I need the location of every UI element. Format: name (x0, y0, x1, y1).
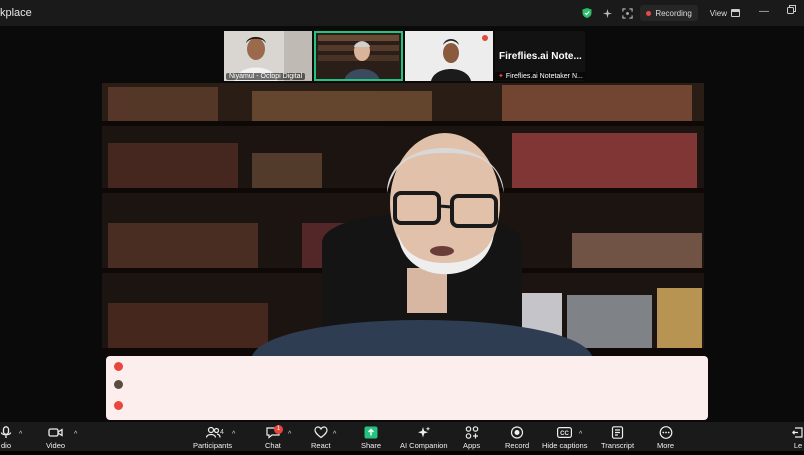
record-label: Record (505, 441, 530, 450)
more-label: More (657, 441, 675, 450)
chat-label: Chat (265, 441, 281, 450)
record-button[interactable]: Record (505, 426, 529, 450)
chat-unread-badge: 1 (274, 425, 283, 434)
participant-video-active (314, 31, 403, 81)
participants-button[interactable]: Participants (193, 426, 232, 450)
participants-label: Participants (193, 441, 233, 450)
speaker-video-frame (102, 83, 704, 356)
view-label: View (709, 8, 727, 18)
recording-indicator[interactable]: Recording (640, 5, 698, 21)
bottom-edge (0, 451, 804, 455)
leave-button[interactable]: Le (792, 426, 804, 450)
chevron-up-icon[interactable]: ^ (232, 431, 235, 438)
participants-count: 4 (220, 429, 224, 436)
restore-window-icon[interactable] (784, 5, 798, 19)
video-label: Video (46, 441, 66, 450)
leave-label: Le (793, 441, 803, 450)
chevron-up-icon[interactable]: ^ (333, 431, 336, 438)
participant-tile-active[interactable] (314, 31, 403, 81)
grid-view-icon (731, 9, 740, 17)
more-button[interactable]: More (657, 426, 674, 450)
fireflies-avatar-icon (114, 362, 123, 371)
ai-companion-label: AI Companion (400, 441, 448, 450)
minimize-icon[interactable]: — (757, 5, 771, 19)
speaker-avatar-icon (114, 380, 123, 389)
fireflies-name: Fireflies.ai Notetaker N... (505, 73, 583, 80)
transcript-label: Transcript (601, 441, 635, 450)
chevron-up-icon[interactable]: ^ (19, 431, 22, 438)
active-speaker-video[interactable] (102, 83, 704, 356)
participant-video-third (405, 31, 493, 81)
ai-sparkle-icon (417, 426, 431, 438)
window-title: kplace (0, 7, 32, 19)
fireflies-avatar-icon (114, 401, 123, 410)
participant-name: ✦ Fireflies.ai Notetaker N... (495, 72, 585, 80)
record-icon (510, 426, 524, 439)
video-button[interactable]: Video (46, 426, 65, 450)
hide-captions-label: Hide captions (542, 441, 588, 450)
captions-cc-icon: CC (557, 427, 573, 438)
transcript-button[interactable]: Transcript (601, 426, 634, 450)
share-screen-icon (364, 426, 378, 439)
ai-companion-button[interactable]: AI Companion (400, 426, 448, 450)
meeting-status-tools: Recording View (580, 4, 746, 22)
caption-entry (114, 401, 123, 410)
camera-icon (48, 428, 63, 437)
chevron-up-icon[interactable]: ^ (579, 431, 582, 438)
participant-tile[interactable] (405, 31, 493, 81)
participant-tile[interactable]: Niyamul - Octopi Digital (224, 31, 312, 81)
leave-icon (792, 427, 803, 438)
participant-tile-fireflies[interactable]: Fireflies.ai Note... ✦ Fireflies.ai Note… (495, 31, 585, 81)
transcript-icon (611, 426, 624, 439)
react-button[interactable]: React (311, 426, 331, 450)
shield-icon[interactable] (580, 6, 594, 20)
chevron-up-icon[interactable]: ^ (74, 431, 77, 438)
apps-grid-icon (465, 426, 478, 439)
chevron-up-icon[interactable]: ^ (288, 431, 291, 438)
focus-frame-icon[interactable] (620, 6, 634, 20)
hide-captions-button[interactable]: CC Hide captions (542, 426, 587, 450)
more-ellipsis-icon (659, 426, 672, 439)
recording-label: Recording (655, 8, 692, 18)
share-button[interactable]: Share (361, 426, 381, 450)
participants-icon (205, 426, 221, 438)
participant-thumbnails: Niyamul - Octopi Digital Fireflies.ai No… (224, 31, 585, 81)
microphone-icon (0, 426, 12, 438)
view-button[interactable]: View (704, 5, 746, 21)
caption-entry (114, 362, 123, 371)
heart-icon (314, 426, 328, 439)
share-label: Share (361, 441, 382, 450)
captions-panel (106, 356, 708, 420)
caption-entry (114, 380, 123, 389)
audio-button[interactable]: dio (0, 426, 12, 450)
fireflies-icon: ✦ (498, 73, 504, 80)
react-label: React (311, 441, 331, 450)
apps-label: Apps (463, 441, 481, 450)
apps-button[interactable]: Apps (463, 426, 480, 450)
fireflies-title: Fireflies.ai Note... (499, 51, 582, 62)
sparkle-icon[interactable] (600, 6, 614, 20)
participant-name: Niyamul - Octopi Digital (226, 73, 306, 80)
title-bar: kplace Recording View — (0, 0, 804, 26)
record-dot-icon (646, 10, 652, 16)
audio-label: dio (0, 441, 11, 450)
svg-text:CC: CC (560, 431, 569, 437)
